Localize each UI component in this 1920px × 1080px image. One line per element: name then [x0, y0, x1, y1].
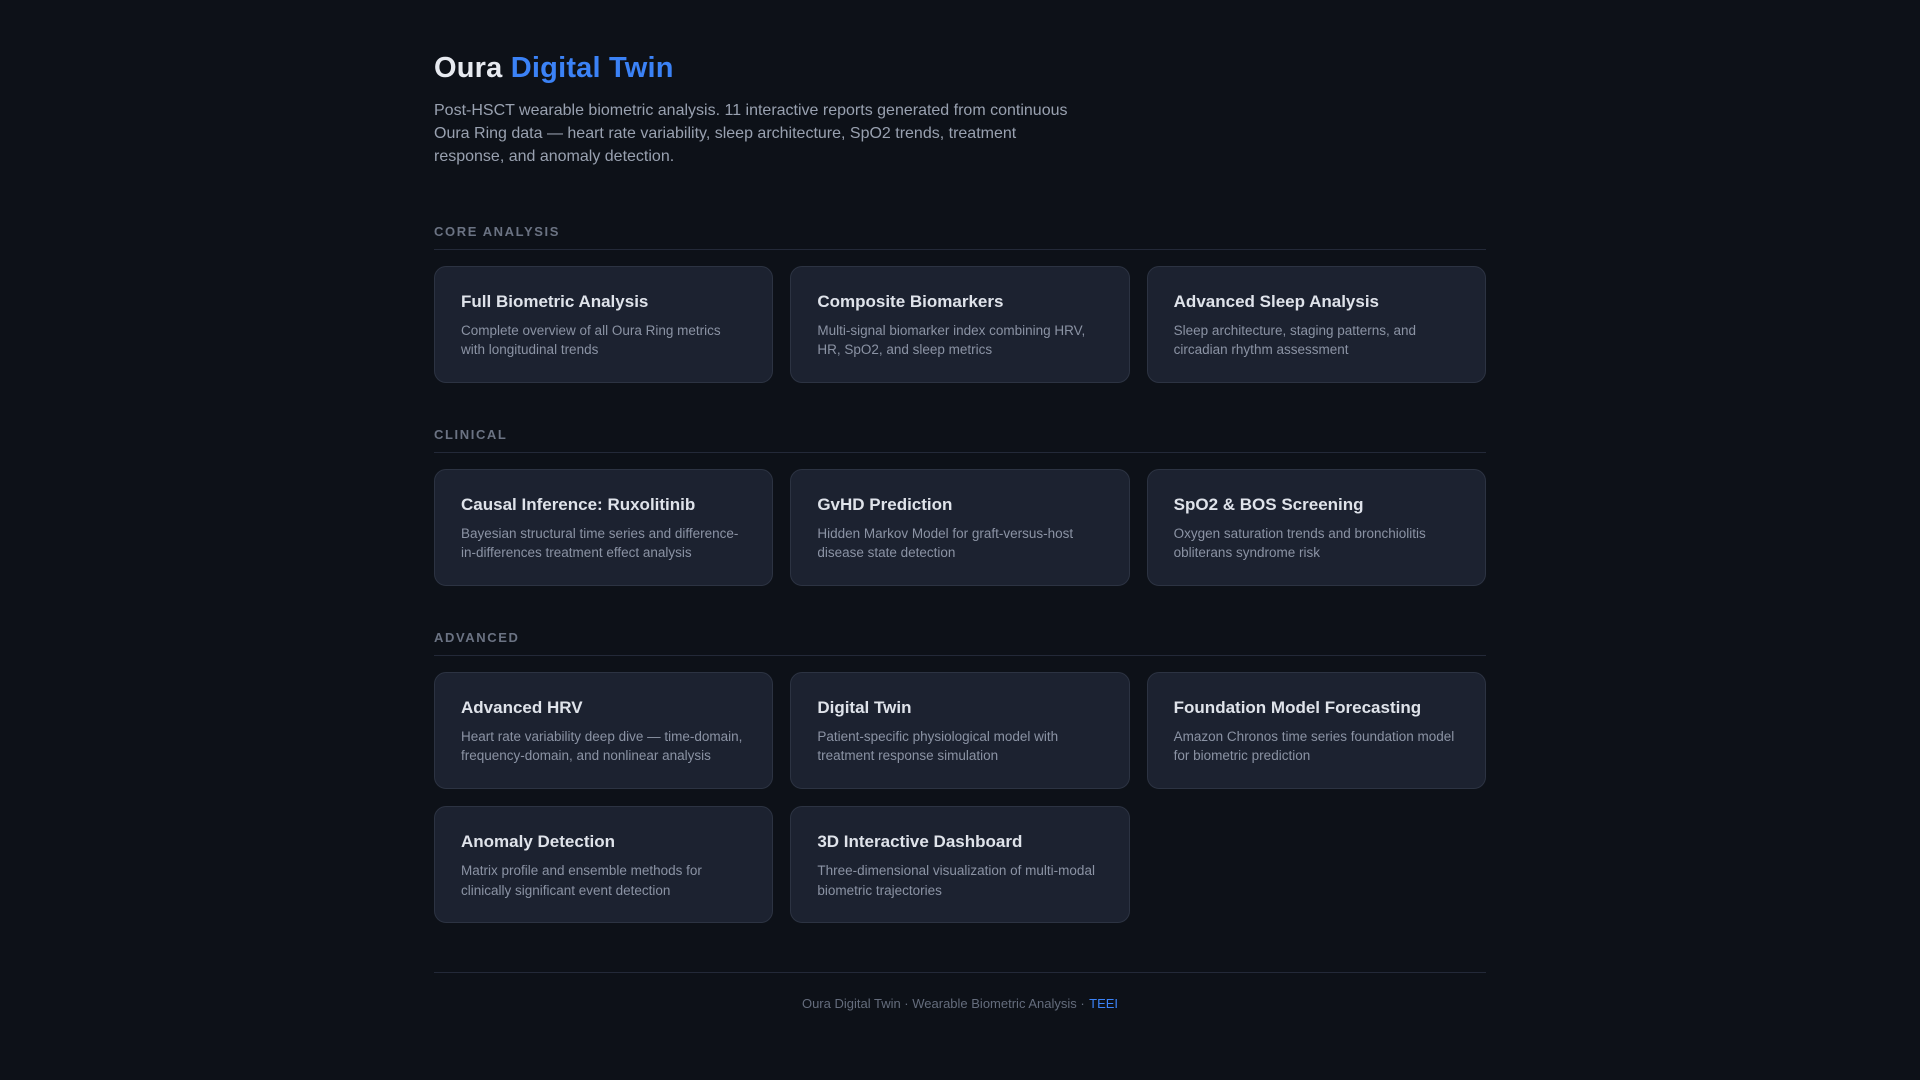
page-subtitle: Post-HSCT wearable biometric analysis. 1… [434, 102, 1068, 166]
footer: Oura Digital Twin · Wearable Biometric A… [434, 972, 1486, 1043]
page-title: Oura Digital Twin [434, 52, 1486, 85]
section-divider [434, 248, 1486, 250]
card-title: 3D Interactive Dashboard [817, 831, 1023, 851]
footer-text: Oura Digital Twin · Wearable Biometric A… [801, 996, 1085, 1012]
report-section: ADVANCED Advanced HRV Heart rate variabili… [434, 629, 1486, 924]
card-description: Three-dimensional visualization of multi… [817, 862, 1095, 898]
card-description: Patient-specific physiological model wit… [817, 728, 1059, 764]
section-label: ADVANCED [434, 629, 520, 645]
card-grid: Full Biometric Analysis Complete overview… [434, 265, 1486, 383]
card-title: SpO2 & BOS Screening [1173, 494, 1364, 514]
report-card[interactable]: Advanced HRV Heart rate variability deep … [434, 671, 774, 789]
card-grid: Causal Inference: Ruxolitinib Bayesian st… [434, 468, 1486, 586]
report-section: CORE ANALYSIS Full Biometric Analysis Comp… [434, 224, 1486, 383]
report-card[interactable]: Digital Twin Patient-specific physiologic… [790, 671, 1130, 789]
report-sections: CORE ANALYSIS Full Biometric Analysis Comp… [434, 224, 1486, 924]
card-description: Multi-signal biomarker index combining H… [817, 322, 1086, 358]
card-title: GvHD Prediction [817, 494, 953, 514]
card-description: Heart rate variability deep dive — time-… [461, 728, 743, 764]
card-description: Complete overview of all Oura Ring metri… [461, 322, 721, 358]
card-title: Causal Inference: Ruxolitinib [461, 494, 696, 514]
card-description: Bayesian structural time series and diff… [461, 525, 739, 561]
report-card[interactable]: Composite Biomarkers Multi-signal biomark… [790, 265, 1130, 383]
section-label: CORE ANALYSIS [434, 223, 561, 239]
card-title: Composite Biomarkers [817, 291, 1004, 311]
card-description: Matrix profile and ensemble methods for … [461, 862, 702, 898]
card-grid: Advanced HRV Heart rate variability deep … [434, 671, 1486, 924]
report-card[interactable]: SpO2 & BOS Screening Oxygen saturation tr… [1146, 468, 1486, 586]
footer-teei-link[interactable]: TEEI [1089, 996, 1118, 1011]
report-card[interactable]: Anomaly Detection Matrix profile and ense… [434, 805, 774, 924]
card-title: Advanced HRV [461, 697, 583, 717]
card-description: Oxygen saturation trends and bronchiolit… [1173, 525, 1426, 561]
card-description: Amazon Chronos time series foundation mo… [1173, 728, 1455, 764]
section-divider [434, 654, 1486, 656]
page-container: Oura Digital Twin Post-HSCT wearable bio… [434, 0, 1486, 1043]
report-section: CLINICAL Causal Inference: Ruxolitinib Bay… [434, 427, 1486, 586]
card-title: Foundation Model Forecasting [1173, 697, 1422, 717]
card-title: Anomaly Detection [461, 831, 615, 851]
report-card[interactable]: GvHD Prediction Hidden Markov Model for g… [790, 468, 1130, 586]
section-label: CLINICAL [434, 426, 508, 442]
report-card[interactable]: Advanced Sleep Analysis Sleep architectur… [1146, 265, 1486, 383]
card-description: Sleep architecture, staging patterns, an… [1173, 322, 1417, 358]
report-card[interactable]: Foundation Model Forecasting Amazon Chron… [1146, 671, 1486, 789]
page-title-highlight: Digital Twin [510, 52, 674, 84]
section-divider [434, 451, 1486, 453]
card-title: Digital Twin [817, 697, 912, 717]
report-card[interactable]: Causal Inference: Ruxolitinib Bayesian st… [434, 468, 774, 586]
card-title: Full Biometric Analysis [461, 291, 649, 311]
report-card[interactable]: Full Biometric Analysis Complete overview… [434, 265, 774, 383]
report-card[interactable]: 3D Interactive Dashboard Three-dimensiona… [790, 805, 1130, 924]
card-description: Hidden Markov Model for graft-versus-hos… [817, 525, 1074, 561]
card-title: Advanced Sleep Analysis [1173, 291, 1380, 311]
page-title-prefix: Oura [434, 52, 511, 84]
